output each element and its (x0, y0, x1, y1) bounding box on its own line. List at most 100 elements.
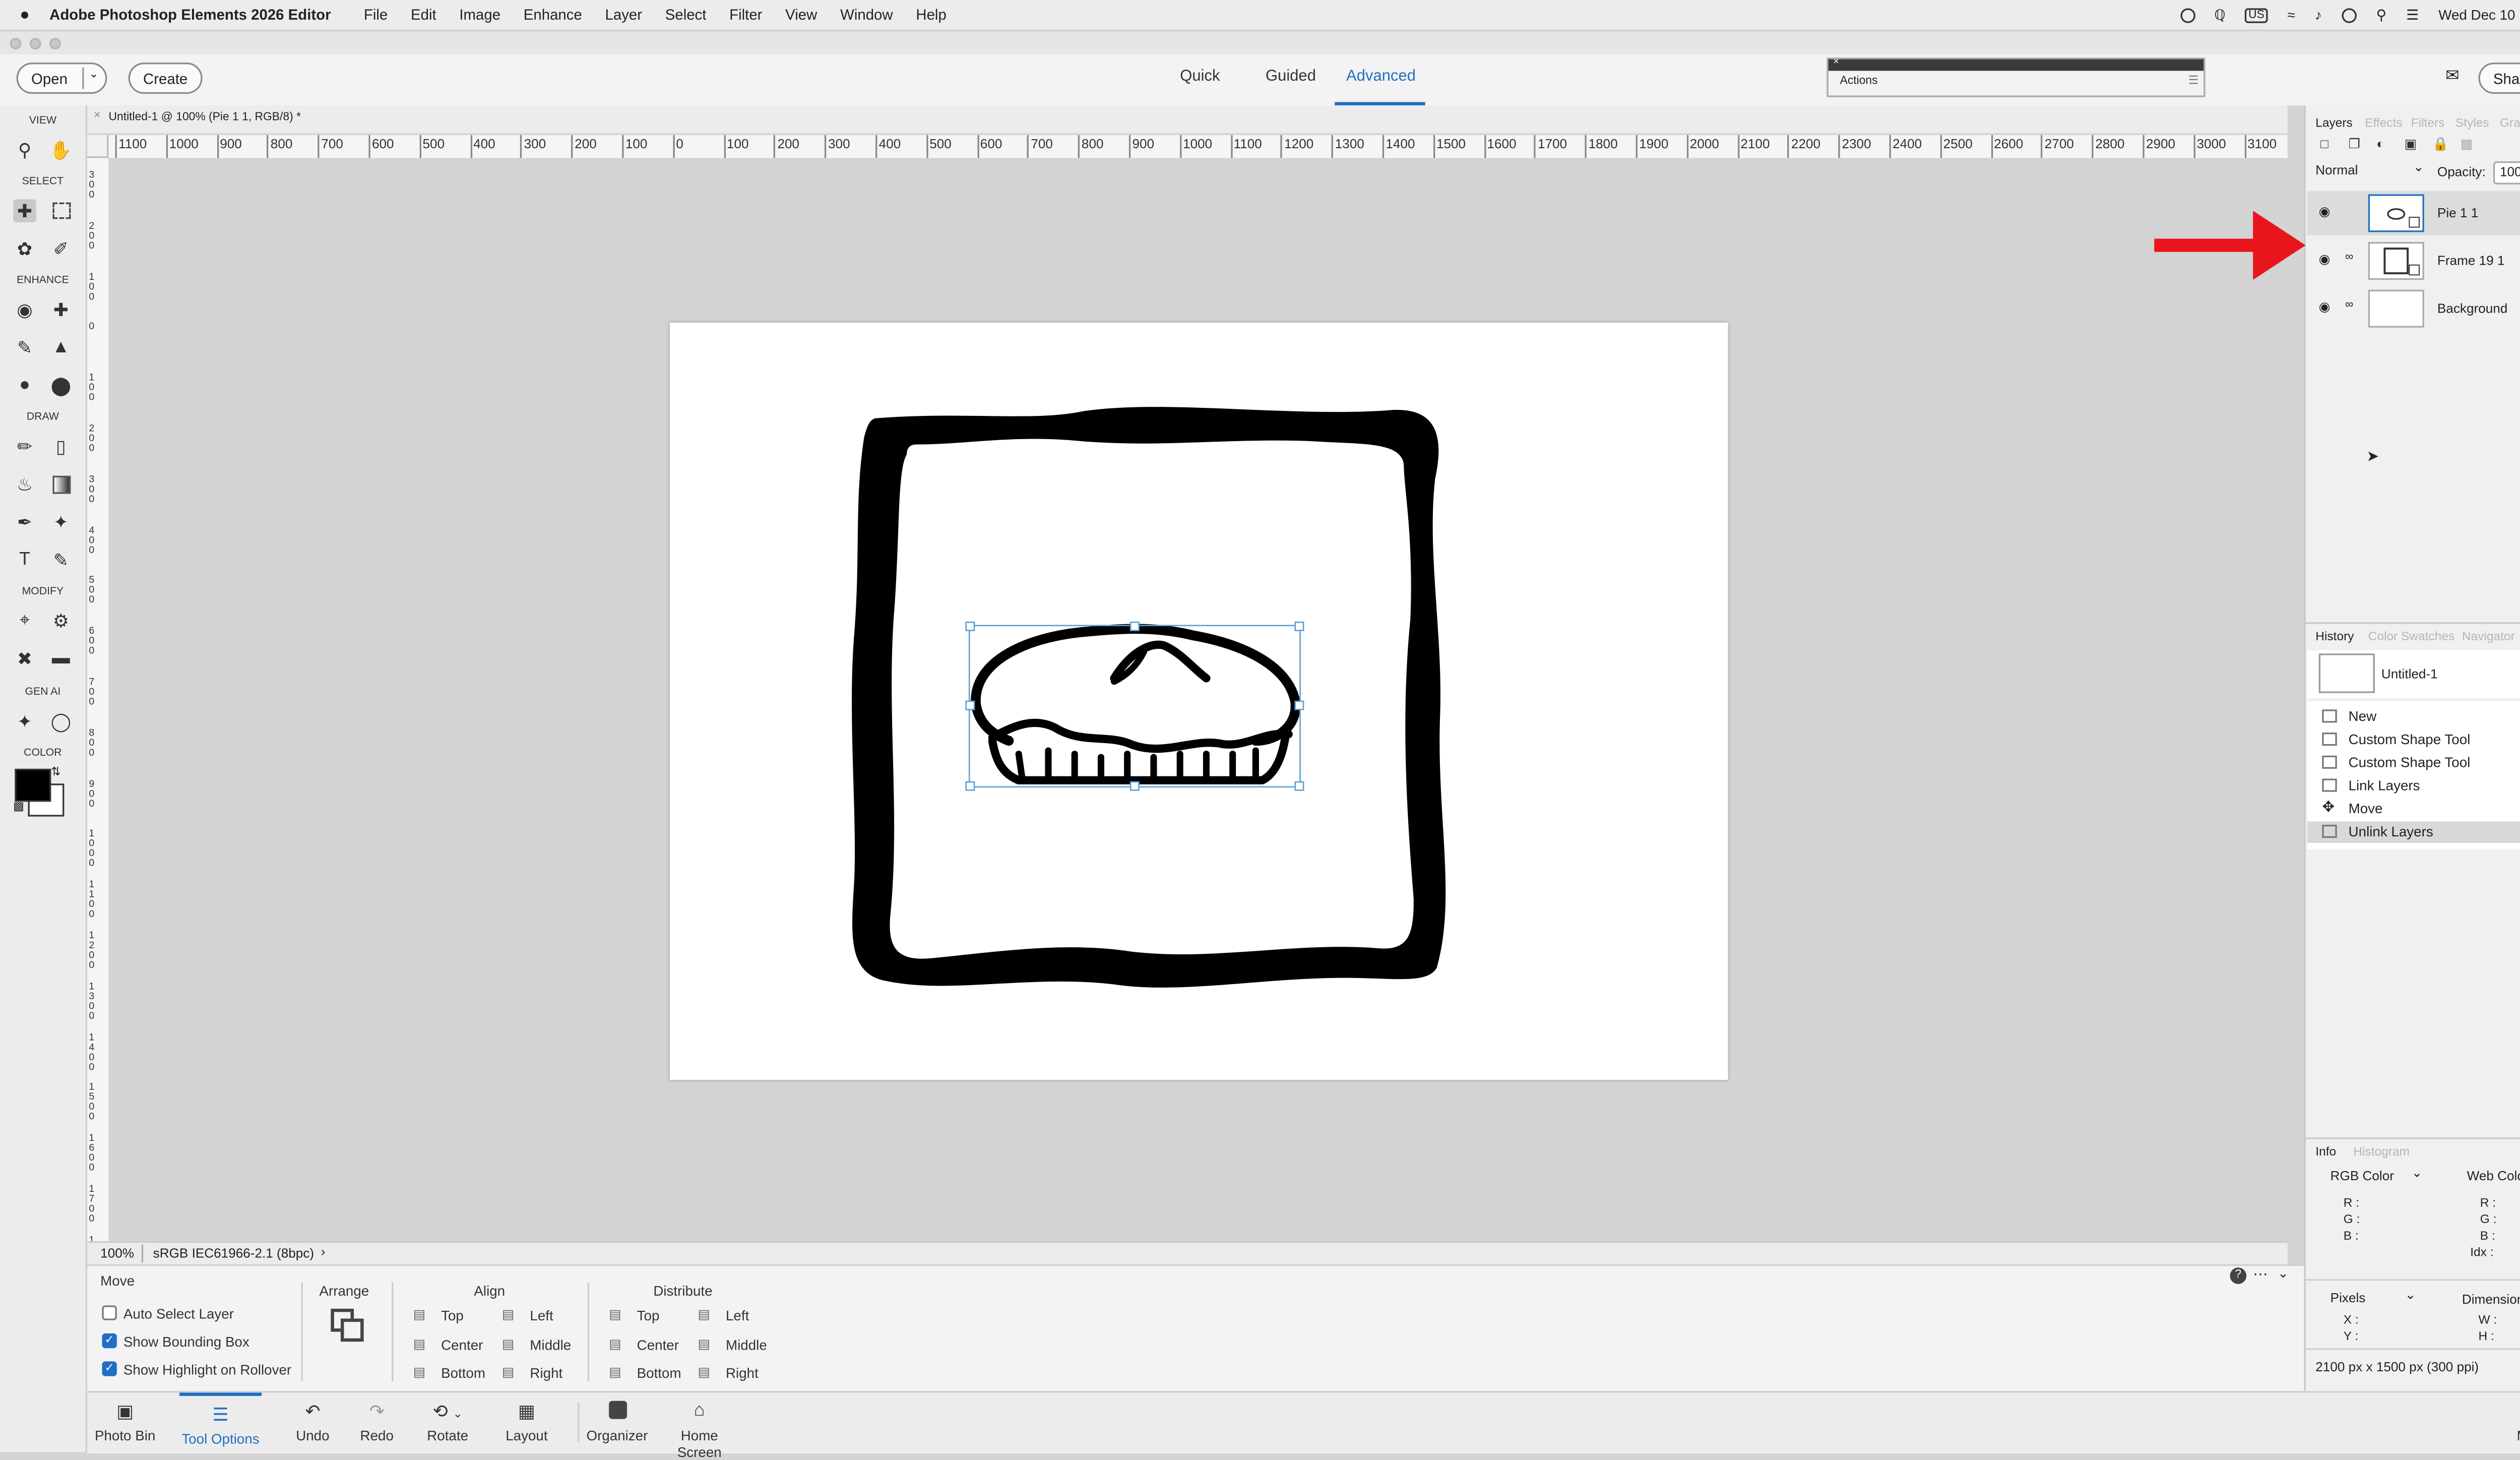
close-window-icon[interactable] (10, 38, 22, 49)
tab-history[interactable]: History (2315, 629, 2354, 643)
tab-layers[interactable]: Layers (2315, 115, 2353, 130)
chevron-down-icon[interactable]: ⌄ (89, 68, 98, 81)
adjustment-layer-icon[interactable]: ◐ (2376, 137, 2384, 151)
lasso-tool-icon[interactable]: ✿ (13, 237, 36, 260)
sponge-tool-icon[interactable]: ⬤ (49, 374, 73, 397)
align-left-label[interactable]: Left (530, 1307, 553, 1324)
menu-filter[interactable]: Filter (718, 7, 774, 23)
distribute-center-icon[interactable]: ▤ (609, 1336, 623, 1351)
align-center-icon[interactable]: ▤ (413, 1336, 428, 1351)
search-icon[interactable]: ⚲ (2376, 6, 2386, 24)
gradient-tool-icon[interactable] (49, 472, 73, 496)
tab-quick[interactable]: Quick (1180, 68, 1220, 86)
straighten-tool-icon[interactable]: ▬ (49, 647, 73, 670)
tab-graphics[interactable]: Graphics (2500, 115, 2520, 130)
distribute-middle-label[interactable]: Middle (726, 1336, 767, 1353)
opacity-field[interactable]: 100% ⌄ (2493, 161, 2520, 185)
close-icon[interactable]: × (1834, 57, 1839, 68)
smart-brush-icon[interactable]: ✎ (13, 336, 36, 359)
redo-button[interactable]: ↷ Redo (352, 1392, 402, 1453)
color-profile[interactable]: sRGB IEC61966-2.1 (8bpc) (153, 1246, 314, 1261)
align-top-icon[interactable]: ▤ (413, 1307, 428, 1322)
show-bbox-checkbox[interactable]: ✓ (102, 1333, 117, 1349)
distribute-left-label[interactable]: Left (726, 1307, 749, 1324)
tab-styles[interactable]: Styles (2455, 115, 2489, 130)
foreground-color-swatch[interactable] (15, 768, 51, 802)
tab-filters[interactable]: Filters (2411, 115, 2445, 130)
actions-panel-titlebar[interactable]: × (1828, 57, 2204, 71)
eye-icon[interactable]: ◉ (2319, 252, 2330, 267)
content-aware-move-icon[interactable]: ✖ (13, 647, 36, 670)
layout-button[interactable]: ▦ Layout (500, 1392, 553, 1453)
status-icon[interactable] (2342, 7, 2357, 23)
bluetooth-icon[interactable]: ℚ (2214, 6, 2225, 24)
layer-row-background[interactable]: ◉ ∞ Background ▩ (2307, 286, 2520, 331)
type-tool-icon[interactable]: T (13, 548, 36, 571)
hand-tool-icon[interactable]: ✋ (49, 138, 73, 161)
tab-color-swatches[interactable]: Color Swatches (2368, 629, 2455, 643)
quick-selection-tool-icon[interactable]: ✐ (49, 237, 73, 260)
blur-tool-icon[interactable]: ● (13, 374, 36, 397)
layer-name[interactable]: Frame 19 1 (2437, 254, 2505, 268)
align-left-icon[interactable]: ▤ (502, 1307, 517, 1322)
open-button[interactable]: Open ⌄ (16, 63, 107, 94)
link-icon[interactable]: ∞ (2345, 252, 2353, 264)
undo-button[interactable]: ↶ Undo (288, 1392, 337, 1453)
feedback-icon[interactable]: ✉ (2445, 68, 2459, 86)
wifi-icon[interactable]: ≈ (2288, 7, 2295, 23)
swap-colors-icon[interactable]: ⇅ (51, 765, 60, 779)
align-bottom-label[interactable]: Bottom (441, 1365, 485, 1381)
chevron-right-icon[interactable]: › (321, 1245, 326, 1259)
menu-view[interactable]: View (774, 7, 829, 23)
menu-image[interactable]: Image (448, 7, 512, 23)
actions-panel[interactable]: × Actions ☰ (1826, 57, 2206, 97)
custom-shape-tool-icon[interactable]: ✦ (49, 510, 73, 533)
distribute-top-label[interactable]: Top (637, 1307, 660, 1324)
align-bottom-icon[interactable]: ▤ (413, 1365, 428, 1379)
eye-icon[interactable]: ◉ (2319, 299, 2330, 314)
app-name[interactable]: Adobe Photoshop Elements 2026 Editor (30, 7, 343, 23)
align-right-label[interactable]: Right (530, 1365, 562, 1381)
menu-edit[interactable]: Edit (399, 7, 448, 23)
auto-select-checkbox[interactable] (102, 1305, 117, 1320)
web-mode-select[interactable]: Web Color ⌄ (2467, 1169, 2520, 1183)
tab-advanced[interactable]: Advanced (1346, 68, 1416, 86)
red-eye-tool-icon[interactable]: ◉ (13, 298, 36, 321)
align-middle-icon[interactable]: ▤ (502, 1336, 517, 1351)
menu-window[interactable]: Window (829, 7, 904, 23)
history-step[interactable]: Custom Shape Tool (2307, 729, 2520, 751)
tool-options-button[interactable]: ☰ Tool Options (179, 1392, 262, 1456)
history-snapshot[interactable]: Untitled-1 (2307, 650, 2520, 698)
create-button[interactable]: Create (128, 63, 203, 94)
distribute-left-icon[interactable]: ▤ (698, 1307, 712, 1322)
photo-bin-button[interactable]: ▣ Photo Bin (92, 1392, 158, 1453)
zoom-window-icon[interactable] (49, 38, 61, 49)
menu-help[interactable]: Help (904, 7, 958, 23)
paint-bucket-icon[interactable]: ♨ (13, 472, 36, 496)
tab-info[interactable]: Info (2315, 1144, 2336, 1159)
align-right-icon[interactable]: ▤ (502, 1365, 517, 1379)
distribute-right-icon[interactable]: ▤ (698, 1365, 712, 1379)
link-icon[interactable]: ∞ (2345, 299, 2353, 311)
vertical-ruler[interactable]: 300 200 100 0 100 200 300 400 500 600 700 800 900 100… (87, 158, 110, 1242)
organizer-button[interactable]: Organizer (584, 1392, 650, 1453)
generative-fill-icon[interactable]: ✦ (13, 709, 36, 733)
history-step-selected[interactable]: Unlink Layers (2307, 821, 2520, 843)
align-center-label[interactable]: Center (441, 1336, 483, 1353)
document-tab[interactable]: Untitled-1 @ 100% (Pie 1 1, RGB/8) * (109, 112, 301, 124)
chevron-down-icon[interactable]: ⌄ (2278, 1266, 2289, 1281)
menu-enhance[interactable]: Enhance (512, 7, 594, 23)
tab-histogram[interactable]: Histogram (2353, 1144, 2410, 1159)
distribute-bottom-icon[interactable]: ▤ (609, 1365, 623, 1379)
align-top-label[interactable]: Top (441, 1307, 464, 1324)
distribute-top-icon[interactable]: ▤ (609, 1307, 623, 1322)
clone-stamp-icon[interactable]: ▲ (49, 336, 73, 359)
new-group-icon[interactable]: ❐ (2349, 137, 2360, 151)
brush-tool-icon[interactable]: ✏ (13, 435, 36, 458)
lock-icon[interactable]: 🔒 (2432, 137, 2449, 151)
volume-icon[interactable]: ♪ (2315, 7, 2322, 23)
lock-transparency-icon[interactable]: ▩ (2461, 137, 2473, 151)
menu-file[interactable]: File (352, 7, 399, 23)
menu-layer[interactable]: Layer (594, 7, 654, 23)
home-screen-button[interactable]: ⌂ Home Screen (658, 1392, 740, 1460)
